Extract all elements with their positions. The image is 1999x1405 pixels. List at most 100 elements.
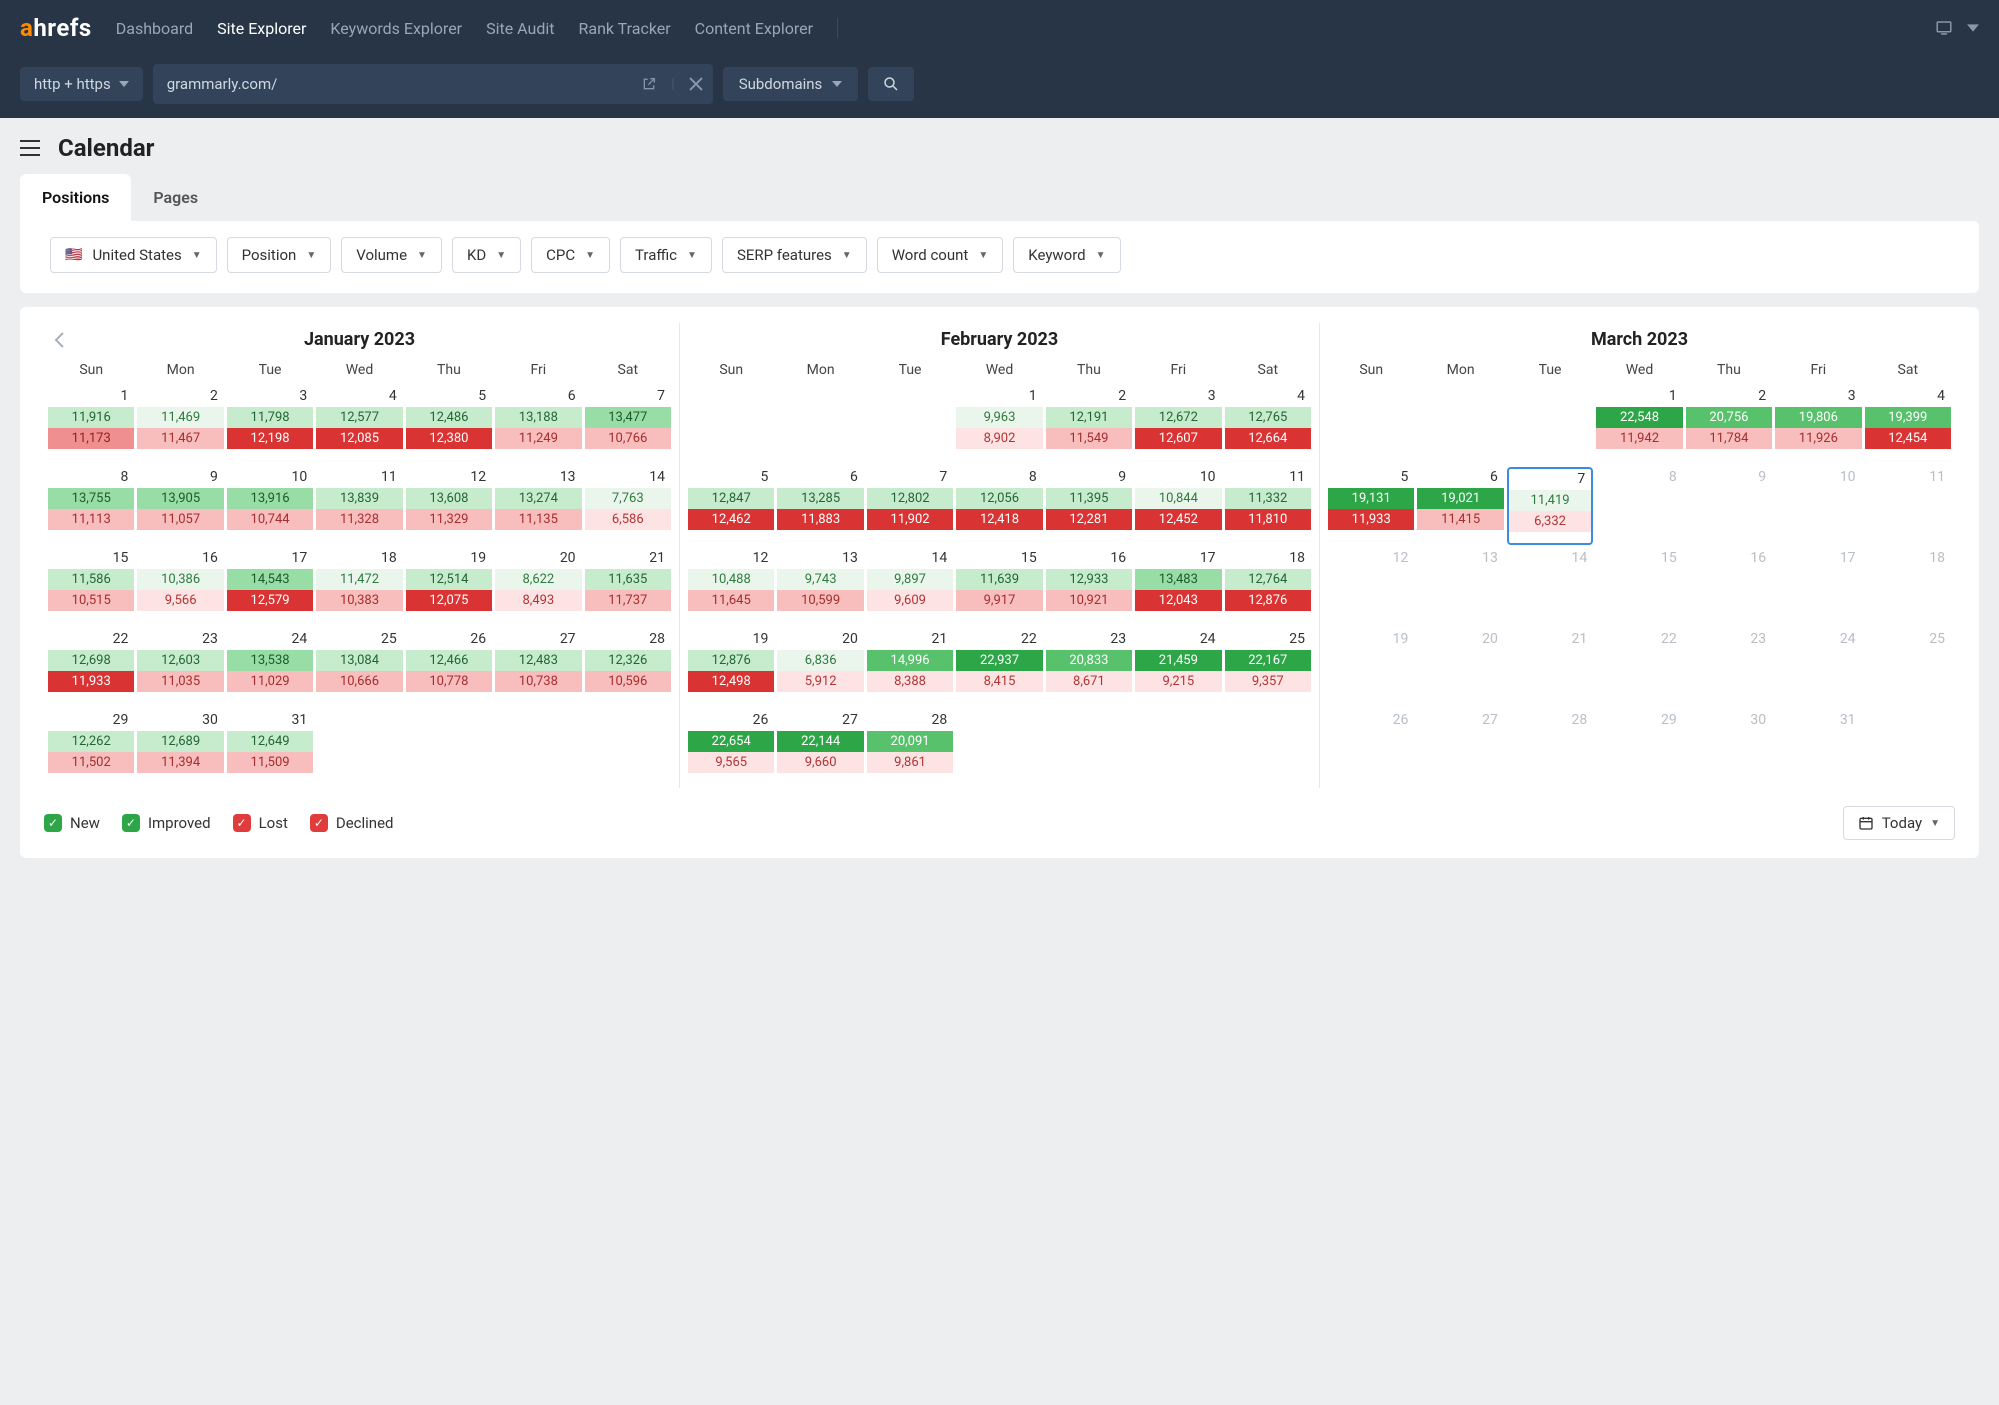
day-cell[interactable]: 2312,60311,035: [137, 629, 223, 707]
day-cell[interactable]: 211,46911,467: [137, 386, 223, 464]
day-cell[interactable]: 1713,48312,043: [1135, 548, 1221, 626]
day-cell[interactable]: 1811,47210,383: [316, 548, 402, 626]
day-cell[interactable]: 813,75511,113: [48, 467, 134, 545]
day-cell[interactable]: 2912,26211,502: [48, 710, 134, 788]
day-cell[interactable]: 111,91611,173: [48, 386, 134, 464]
day-number: 19: [406, 548, 492, 569]
day-cell[interactable]: 419,39912,454: [1865, 386, 1951, 464]
legend-declined[interactable]: ✓ Declined: [310, 814, 394, 832]
nav-content-explorer[interactable]: Content Explorer: [695, 19, 813, 38]
day-cell[interactable]: 2114,9968,388: [867, 629, 953, 707]
filter-serp-features[interactable]: SERP features▼: [722, 237, 867, 273]
filter-position[interactable]: Position▼: [227, 237, 332, 273]
filter-kd[interactable]: KD▼: [452, 237, 521, 273]
hamburger-icon[interactable]: [20, 140, 40, 156]
day-cell[interactable]: 812,05612,418: [956, 467, 1042, 545]
day-cell[interactable]: 2111,63511,737: [585, 548, 671, 626]
day-cell[interactable]: 613,18811,249: [495, 386, 581, 464]
day-cell[interactable]: 619,02111,415: [1417, 467, 1503, 545]
day-cell[interactable]: 1612,93310,921: [1046, 548, 1132, 626]
tab-pages[interactable]: Pages: [131, 174, 220, 221]
day-cell[interactable]: 412,57712,085: [316, 386, 402, 464]
day-cell[interactable]: 312,67212,607: [1135, 386, 1221, 464]
day-cell[interactable]: 2722,1449,660: [777, 710, 863, 788]
day-cell[interactable]: 2522,1679,357: [1225, 629, 1311, 707]
scope-dropdown[interactable]: Subdomains: [723, 67, 859, 101]
day-cell[interactable]: 512,48612,380: [406, 386, 492, 464]
day-cell[interactable]: 2413,53811,029: [227, 629, 313, 707]
day-cell[interactable]: 220,75611,784: [1686, 386, 1772, 464]
day-cell[interactable]: 149,8979,609: [867, 548, 953, 626]
day-cell[interactable]: 1013,91610,744: [227, 467, 313, 545]
day-number: 14: [867, 548, 953, 569]
day-cell[interactable]: 911,39512,281: [1046, 467, 1132, 545]
day-cell[interactable]: 1210,48811,645: [688, 548, 774, 626]
day-cell[interactable]: 2612,46610,778: [406, 629, 492, 707]
day-cell[interactable]: 2820,0919,861: [867, 710, 953, 788]
day-cell[interactable]: 613,28511,883: [777, 467, 863, 545]
filter-keyword[interactable]: Keyword▼: [1013, 237, 1120, 273]
day-cell[interactable]: 2421,4599,215: [1135, 629, 1221, 707]
nav-site-explorer[interactable]: Site Explorer: [217, 19, 306, 38]
day-cell[interactable]: 1812,76412,876: [1225, 548, 1311, 626]
day-cell[interactable]: 711,4196,332: [1507, 467, 1593, 545]
day-cell[interactable]: 3012,68911,394: [137, 710, 223, 788]
today-button[interactable]: Today ▼: [1843, 806, 1955, 840]
day-cell[interactable]: 2513,08410,666: [316, 629, 402, 707]
filter-volume[interactable]: Volume▼: [341, 237, 442, 273]
day-cell[interactable]: 1511,58610,515: [48, 548, 134, 626]
day-cell[interactable]: 208,6228,493: [495, 548, 581, 626]
day-cell[interactable]: 1610,3869,566: [137, 548, 223, 626]
day-cell[interactable]: 2622,6549,565: [688, 710, 774, 788]
prev-month-icon[interactable]: [54, 332, 64, 348]
day-cell[interactable]: 1213,60811,329: [406, 467, 492, 545]
day-cell[interactable]: 2320,8338,671: [1046, 629, 1132, 707]
nav-rank-tracker[interactable]: Rank Tracker: [579, 19, 671, 38]
filter-cpc[interactable]: CPC▼: [531, 237, 610, 273]
day-cell[interactable]: 1511,6399,917: [956, 548, 1042, 626]
menu-caret-icon[interactable]: [1967, 22, 1979, 34]
day-cell[interactable]: 2812,32610,596: [585, 629, 671, 707]
day-cell[interactable]: 712,80211,902: [867, 467, 953, 545]
day-cell[interactable]: 2222,9378,415: [956, 629, 1042, 707]
legend-improved[interactable]: ✓ Improved: [122, 814, 211, 832]
filter-word-count[interactable]: Word count▼: [877, 237, 1004, 273]
url-input[interactable]: [167, 75, 642, 93]
day-cell[interactable]: 311,79812,198: [227, 386, 313, 464]
day-cell[interactable]: 3112,64911,509: [227, 710, 313, 788]
day-cell[interactable]: 212,19111,549: [1046, 386, 1132, 464]
tv-icon[interactable]: [1935, 19, 1953, 37]
day-cell[interactable]: 147,7636,586: [585, 467, 671, 545]
day-cell[interactable]: 19,9638,902: [956, 386, 1042, 464]
legend-new[interactable]: ✓ New: [44, 814, 100, 832]
tab-positions[interactable]: Positions: [20, 174, 131, 221]
legend-lost[interactable]: ✓ Lost: [233, 814, 288, 832]
day-cell[interactable]: 713,47710,766: [585, 386, 671, 464]
day-cell[interactable]: 913,90511,057: [137, 467, 223, 545]
day-cell[interactable]: 2212,69811,933: [48, 629, 134, 707]
filter-traffic[interactable]: Traffic▼: [620, 237, 712, 273]
day-cell[interactable]: 1010,84412,452: [1135, 467, 1221, 545]
nav-keywords-explorer[interactable]: Keywords Explorer: [330, 19, 462, 38]
day-cell[interactable]: 139,74310,599: [777, 548, 863, 626]
day-cell[interactable]: 319,80611,926: [1775, 386, 1861, 464]
day-cell[interactable]: 1313,27411,135: [495, 467, 581, 545]
day-cell[interactable]: 206,8365,912: [777, 629, 863, 707]
nav-dashboard[interactable]: Dashboard: [116, 19, 193, 38]
protocol-dropdown[interactable]: http + https: [20, 67, 143, 101]
day-cell[interactable]: 1912,87612,498: [688, 629, 774, 707]
day-cell[interactable]: 1113,83911,328: [316, 467, 402, 545]
open-external-icon[interactable]: [641, 76, 657, 92]
day-cell[interactable]: 1714,54312,579: [227, 548, 313, 626]
day-cell[interactable]: 412,76512,664: [1225, 386, 1311, 464]
day-cell[interactable]: 512,84712,462: [688, 467, 774, 545]
day-cell[interactable]: 122,54811,942: [1596, 386, 1682, 464]
search-button[interactable]: [868, 67, 914, 101]
day-cell[interactable]: 2712,48310,738: [495, 629, 581, 707]
nav-site-audit[interactable]: Site Audit: [486, 19, 554, 38]
day-cell[interactable]: 519,13111,933: [1328, 467, 1414, 545]
day-cell[interactable]: 1912,51412,075: [406, 548, 492, 626]
day-cell[interactable]: 1111,33211,810: [1225, 467, 1311, 545]
clear-icon[interactable]: [689, 77, 703, 91]
filter-country[interactable]: 🇺🇸United States▼: [50, 237, 217, 273]
